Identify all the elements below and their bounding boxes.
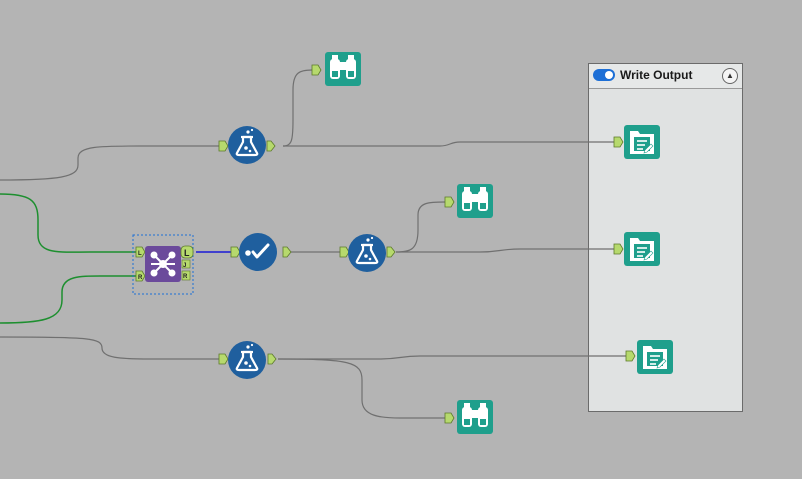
output-icon — [623, 231, 661, 267]
join-output-right-label: R — [183, 274, 188, 280]
input-anchor[interactable] — [444, 412, 455, 424]
formula-tool-2[interactable] — [339, 232, 396, 274]
input-anchor[interactable] — [218, 353, 229, 365]
output-icon — [636, 339, 674, 375]
container-header[interactable]: Write Output ▲ — [589, 64, 742, 89]
formula-icon — [226, 339, 268, 381]
chevron-up-icon[interactable]: ▲ — [722, 68, 738, 84]
output-anchor[interactable] — [266, 140, 276, 152]
formula-icon — [226, 124, 268, 166]
connection-formula3-browse3[interactable] — [277, 358, 445, 419]
browse-tool-3[interactable] — [444, 400, 493, 434]
browse-icon — [457, 400, 493, 434]
connection-top-to-formula[interactable] — [0, 145, 219, 181]
connection-formula3-output3[interactable] — [278, 355, 626, 360]
browse-tool-1[interactable] — [311, 52, 361, 86]
browse-icon — [325, 52, 361, 86]
join-output-left-label: L — [184, 248, 190, 258]
join-input-right-label: R — [138, 275, 143, 281]
formula-tool-1[interactable] — [218, 124, 276, 166]
connection-formula1-output1[interactable] — [283, 141, 614, 147]
connection-left-to-formula3[interactable] — [0, 336, 219, 360]
output-anchor[interactable] — [267, 353, 277, 365]
formula-icon — [346, 232, 388, 274]
input-anchor[interactable] — [339, 246, 350, 258]
join-input-left-label: L — [138, 251, 142, 257]
output-icon — [623, 124, 661, 160]
browse-tool-2[interactable] — [444, 184, 493, 218]
join-output-join-label: J — [183, 263, 186, 269]
formula-tool-3[interactable] — [218, 339, 277, 381]
input-anchor[interactable] — [311, 64, 322, 76]
container-enable-toggle[interactable] — [593, 69, 615, 81]
select-tool[interactable] — [230, 233, 292, 271]
output-anchor[interactable] — [386, 246, 396, 258]
join-tool[interactable]: L R L J R — [132, 234, 194, 295]
input-anchor[interactable] — [218, 140, 229, 152]
input-anchor[interactable] — [230, 246, 241, 258]
connection-formula2-output2[interactable] — [396, 248, 614, 253]
connection-formula2-browse2[interactable] — [395, 201, 446, 253]
connection-formula1-browse1[interactable] — [282, 69, 313, 147]
connection-green-bottom[interactable] — [0, 275, 138, 324]
select-icon — [239, 233, 277, 271]
input-anchor[interactable] — [444, 196, 455, 208]
connection-green-top[interactable] — [0, 193, 138, 253]
connections — [0, 69, 626, 419]
output-anchor[interactable] — [282, 246, 292, 258]
container-title: Write Output — [620, 68, 693, 82]
browse-icon — [457, 184, 493, 218]
